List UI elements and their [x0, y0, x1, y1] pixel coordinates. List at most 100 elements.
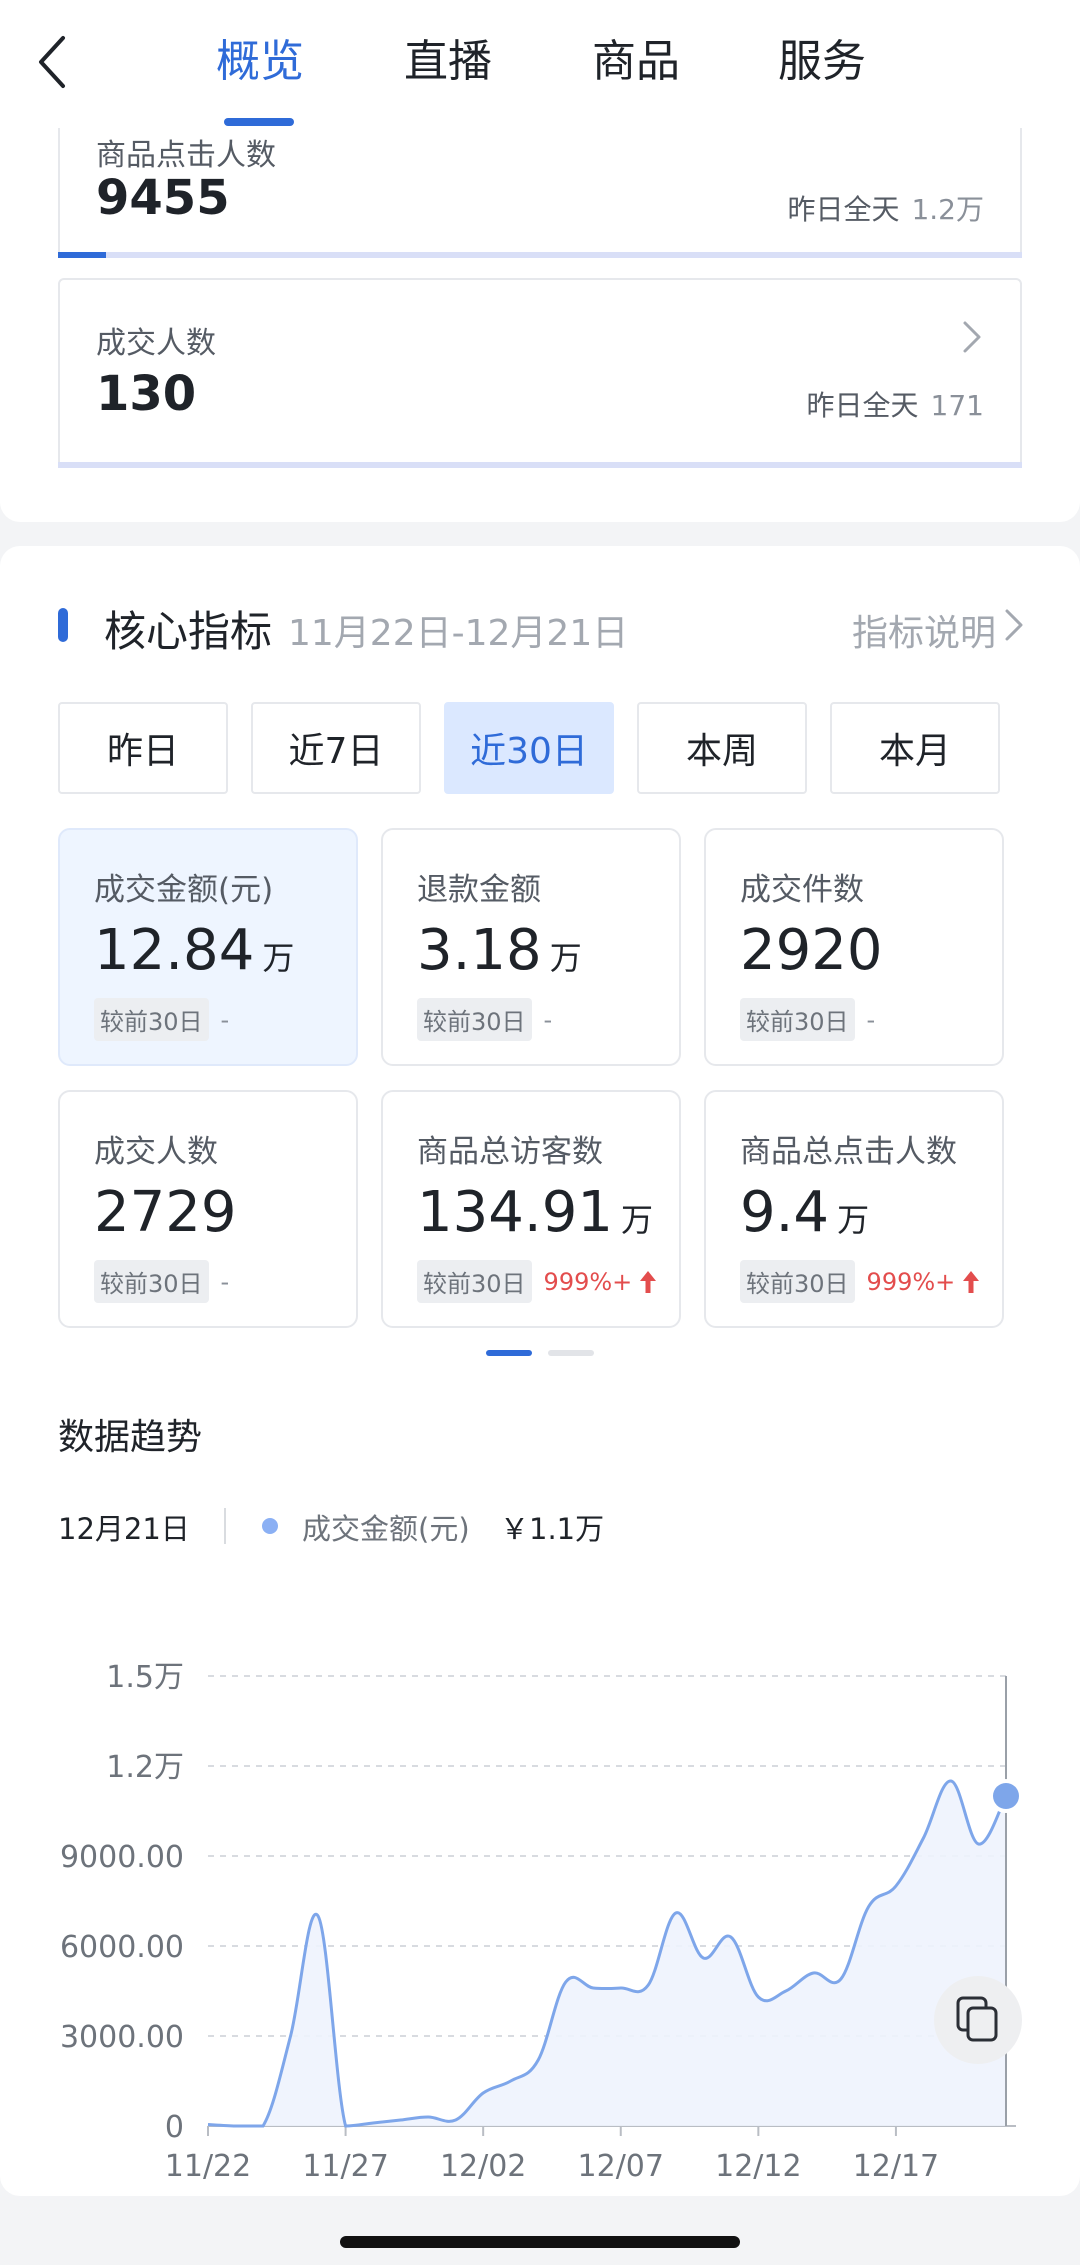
y-tick-label: 6000.00	[60, 1930, 184, 1965]
y-tick-label: 0	[165, 2110, 184, 2145]
metric-label: 商品点击人数	[96, 138, 276, 173]
kpi-card-deal-amount[interactable]: 成交金额(元) 12.84 万 较前30日 -	[58, 828, 358, 1066]
y-tick-label: 9000.00	[60, 1840, 184, 1875]
kpi-compare: 较前30日 -	[94, 1260, 229, 1303]
metric-progress-fill	[58, 252, 106, 258]
x-tick-label: 11/27	[302, 2149, 388, 2184]
x-tick-label: 12/02	[440, 2149, 526, 2184]
chevron-right-icon[interactable]	[1004, 608, 1024, 642]
metric-value: 130	[96, 366, 197, 422]
pager-dot[interactable]	[548, 1350, 594, 1356]
core-metrics-section: 核心指标 11月22日-12月21日 指标说明 昨日 近7日 近30日 本周 本…	[0, 546, 1080, 2196]
period-yesterday[interactable]: 昨日	[58, 702, 228, 794]
metric-compare: 昨日全天 171	[807, 384, 984, 424]
kpi-change: -	[866, 1005, 876, 1034]
metric-compare-value: 171	[930, 389, 984, 422]
tab-products[interactable]: 商品	[592, 32, 680, 92]
copy-button[interactable]	[934, 1976, 1022, 2064]
section-title: 核心指标	[104, 607, 273, 656]
kpi-card-refund-amount[interactable]: 退款金额 3.18 万 较前30日 -	[381, 828, 681, 1066]
up-arrow-icon	[963, 1270, 980, 1293]
kpi-unit: 万	[262, 939, 295, 977]
kpi-label: 商品总访客数	[417, 1134, 603, 1170]
kpi-value: 2920	[740, 918, 891, 983]
x-tick-label: 12/12	[715, 2149, 801, 2184]
chevron-right-icon	[963, 321, 981, 353]
kpi-label: 商品总点击人数	[740, 1134, 957, 1170]
tab-service[interactable]: 服务	[778, 32, 866, 92]
kpi-label: 成交金额(元)	[94, 872, 274, 908]
kpi-compare: 较前30日 999%+	[740, 1260, 981, 1303]
kpi-card-product-clicks[interactable]: 商品总点击人数 9.4 万 较前30日 999%+	[704, 1090, 1004, 1328]
x-tick-label: 12/17	[853, 2149, 939, 2184]
metric-progress-track	[58, 462, 1022, 468]
kpi-change: 999%+	[543, 1267, 633, 1296]
home-indicator	[340, 2236, 740, 2248]
kpi-compare-tag: 较前30日	[740, 998, 855, 1041]
date-range: 11月22日-12月21日	[288, 613, 629, 654]
period-this-week[interactable]: 本周	[637, 702, 807, 794]
metric-card-deal-users[interactable]: 成交人数 130 昨日全天 171	[58, 278, 1022, 468]
kpi-compare-tag: 较前30日	[94, 1260, 209, 1303]
trend-selected-date: 12月21日	[58, 1512, 190, 1546]
kpi-card-deal-users[interactable]: 成交人数 2729 较前30日 -	[58, 1090, 358, 1328]
period-30days[interactable]: 近30日	[444, 702, 614, 794]
kpi-compare: 较前30日 -	[417, 998, 552, 1041]
tab-indicator	[224, 118, 294, 126]
highlight-point	[993, 1783, 1019, 1809]
period-7days[interactable]: 近7日	[251, 702, 421, 794]
kpi-label: 成交件数	[740, 872, 864, 908]
metric-compare-label: 昨日全天	[787, 193, 900, 226]
trend-chart[interactable]: 0 3000.00 6000.00 9000.00 1.2万 1.5万 11/22 11/27…	[0, 1586, 1080, 2206]
kpi-number: 134.91	[417, 1180, 613, 1245]
kpi-change: 999%+	[866, 1267, 956, 1296]
y-tick-label: 1.2万	[106, 1750, 184, 1785]
kpi-number: 2920	[740, 918, 883, 983]
kpi-change: -	[220, 1267, 230, 1296]
kpi-change: -	[543, 1005, 553, 1034]
top-metrics-section: 商品点击人数 9455 昨日全天 1.2万 成交人数 130 昨日全天 171	[0, 88, 1080, 522]
kpi-value: 12.84 万	[94, 918, 294, 983]
top-nav: 概览 直播 商品 服务	[0, 0, 1080, 128]
kpi-compare-tag: 较前30日	[740, 1260, 855, 1303]
kpi-compare: 较前30日 -	[94, 998, 229, 1041]
kpi-change: -	[220, 1005, 230, 1034]
series-area	[208, 1780, 1006, 2126]
back-button[interactable]	[28, 30, 76, 94]
kpi-card-product-visitors[interactable]: 商品总访客数 134.91 万 较前30日 999%+	[381, 1090, 681, 1328]
tab-overview[interactable]: 概览	[216, 32, 304, 92]
kpi-compare: 较前30日 999%+	[417, 1260, 658, 1303]
period-this-month[interactable]: 本月	[830, 702, 1000, 794]
trend-series-label: 成交金额(元)	[302, 1512, 470, 1546]
copy-icon	[956, 1996, 998, 2042]
metric-compare: 昨日全天 1.2万	[787, 188, 984, 228]
kpi-label: 退款金额	[417, 872, 541, 908]
trend-selected-value: ￥1.1万	[500, 1512, 605, 1546]
pager-dot-active[interactable]	[486, 1350, 532, 1356]
kpi-unit: 万	[549, 939, 582, 977]
metric-compare-label: 昨日全天	[806, 389, 919, 422]
kpi-number: 12.84	[94, 918, 255, 983]
kpi-value: 2729	[94, 1180, 245, 1245]
kpi-value: 9.4 万	[740, 1180, 869, 1245]
kpi-compare-tag: 较前30日	[417, 1260, 532, 1303]
kpi-number: 2729	[94, 1180, 237, 1245]
tab-live[interactable]: 直播	[404, 32, 492, 92]
kpi-value: 134.91 万	[417, 1180, 653, 1245]
back-arrow-icon	[39, 36, 65, 88]
y-tick-label: 1.5万	[106, 1660, 184, 1695]
y-tick-label: 3000.00	[60, 2020, 184, 2055]
kpi-compare-tag: 较前30日	[417, 998, 532, 1041]
up-arrow-icon	[640, 1270, 657, 1293]
kpi-compare-tag: 较前30日	[94, 998, 209, 1041]
kpi-number: 3.18	[417, 918, 542, 983]
section-marker	[58, 608, 68, 642]
x-tick-label: 12/07	[578, 2149, 664, 2184]
series-legend-dot	[262, 1518, 278, 1534]
kpi-label: 成交人数	[94, 1134, 218, 1170]
metric-progress-track	[58, 252, 1022, 258]
kpi-unit: 万	[837, 1201, 870, 1239]
kpi-card-deal-items[interactable]: 成交件数 2920 较前30日 -	[704, 828, 1004, 1066]
metric-help-link[interactable]: 指标说明	[852, 604, 996, 656]
metric-value: 9455	[96, 170, 230, 226]
